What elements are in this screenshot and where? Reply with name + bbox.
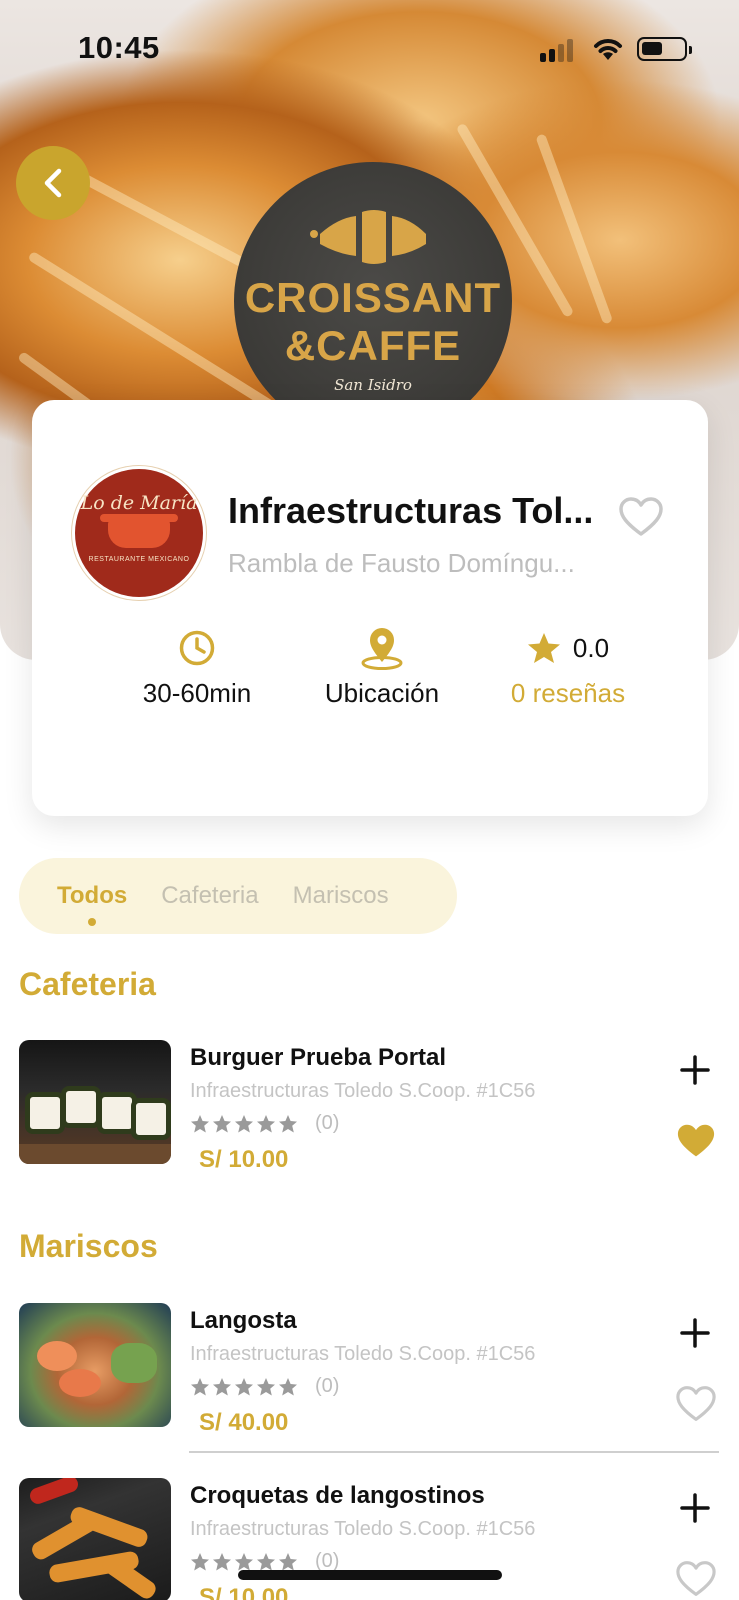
product-name: Croquetas de langostinos [190,1482,485,1509]
star-rating-icon [191,1114,297,1132]
status-time: 10:45 [78,30,160,65]
tab-mariscos[interactable]: Mariscos [293,882,389,910]
section-title-cafeteria: Cafeteria [19,966,156,1002]
delivery-time-stat: 30-60min [132,626,262,709]
product-vendor: Infraestructuras Toledo S.Coop. #1C56 [190,1343,536,1365]
home-indicator[interactable] [238,1570,502,1580]
chevron-left-icon [44,168,62,198]
product-price: S/ 40.00 [199,1409,289,1436]
location-label: Ubicación [324,678,440,708]
status-bar: 10:45 [0,0,739,96]
star-rating-icon [191,1552,297,1570]
rating-stat[interactable]: 0.0 0 reseñas [498,626,638,709]
rating-value: 0.0 [572,632,610,663]
star-rating-icon [191,1377,297,1395]
heart-filled-icon[interactable] [675,1122,717,1160]
restaurant-logo: Lo de María RESTAURANTE MEXICANO [72,466,206,600]
category-tabs: Todos Cafeteria Mariscos [19,858,457,934]
location-pin-icon [361,628,403,670]
product-item[interactable]: Croquetas de langostinos Infraestructura… [19,1478,720,1600]
divider [189,1451,719,1453]
brand-name-line2: &CAFFE [284,322,462,369]
battery-icon [637,37,692,61]
heart-outline-icon[interactable] [675,1560,717,1598]
plus-icon[interactable] [679,1317,711,1349]
restaurant-address: Rambla de Fausto Domíngu... [228,548,575,578]
product-image [19,1303,171,1427]
product-name: Burguer Prueba Portal [190,1044,447,1071]
product-image [19,1478,171,1600]
brand-logo: CROISSANT &CAFFE San Isidro [234,162,512,440]
restaurant-info-card: Lo de María RESTAURANTE MEXICANO Infraes… [32,400,708,816]
tab-todos[interactable]: Todos [57,882,127,926]
restaurant-name: Infraestructuras Tol... [228,490,594,531]
heart-outline-icon[interactable] [675,1385,717,1423]
restaurant-logo-tagline: RESTAURANTE MEXICANO [88,555,190,563]
tab-cafeteria[interactable]: Cafeteria [161,882,258,910]
product-price: S/ 10.00 [199,1146,289,1173]
product-vendor: Infraestructuras Toledo S.Coop. #1C56 [190,1518,536,1540]
product-review-count: (0) [315,1375,340,1397]
star-icon [527,633,560,663]
clock-icon [179,630,215,666]
product-review-count: (0) [315,1112,340,1134]
croissant-icon [310,210,426,264]
pot-icon [100,513,178,548]
brand-name-line1: CROISSANT [244,274,502,321]
product-image [19,1040,171,1164]
location-stat[interactable]: Ubicación [312,626,452,709]
plus-icon[interactable] [679,1054,711,1086]
section-title-mariscos: Mariscos [19,1228,158,1264]
plus-icon[interactable] [679,1492,711,1524]
product-rating: (0) [190,1112,339,1135]
restaurant-logo-script: Lo de María [80,491,198,514]
product-item[interactable]: Langosta Infraestructuras Toledo S.Coop.… [19,1303,720,1436]
product-price: S/ 10.00 [199,1584,289,1600]
product-vendor: Infraestructuras Toledo S.Coop. #1C56 [190,1080,536,1102]
product-name: Langosta [190,1307,297,1334]
product-rating: (0) [190,1375,339,1398]
brand-location: San Isidro [334,376,412,394]
reviews-label: 0 reseñas [510,678,626,708]
heart-outline-icon[interactable] [618,496,664,538]
product-item[interactable]: Burguer Prueba Portal Infraestructuras T… [19,1040,720,1173]
back-button[interactable] [16,146,90,220]
delivery-time-label: 30-60min [142,678,252,708]
wifi-icon [594,39,622,60]
signal-icon [540,38,580,62]
